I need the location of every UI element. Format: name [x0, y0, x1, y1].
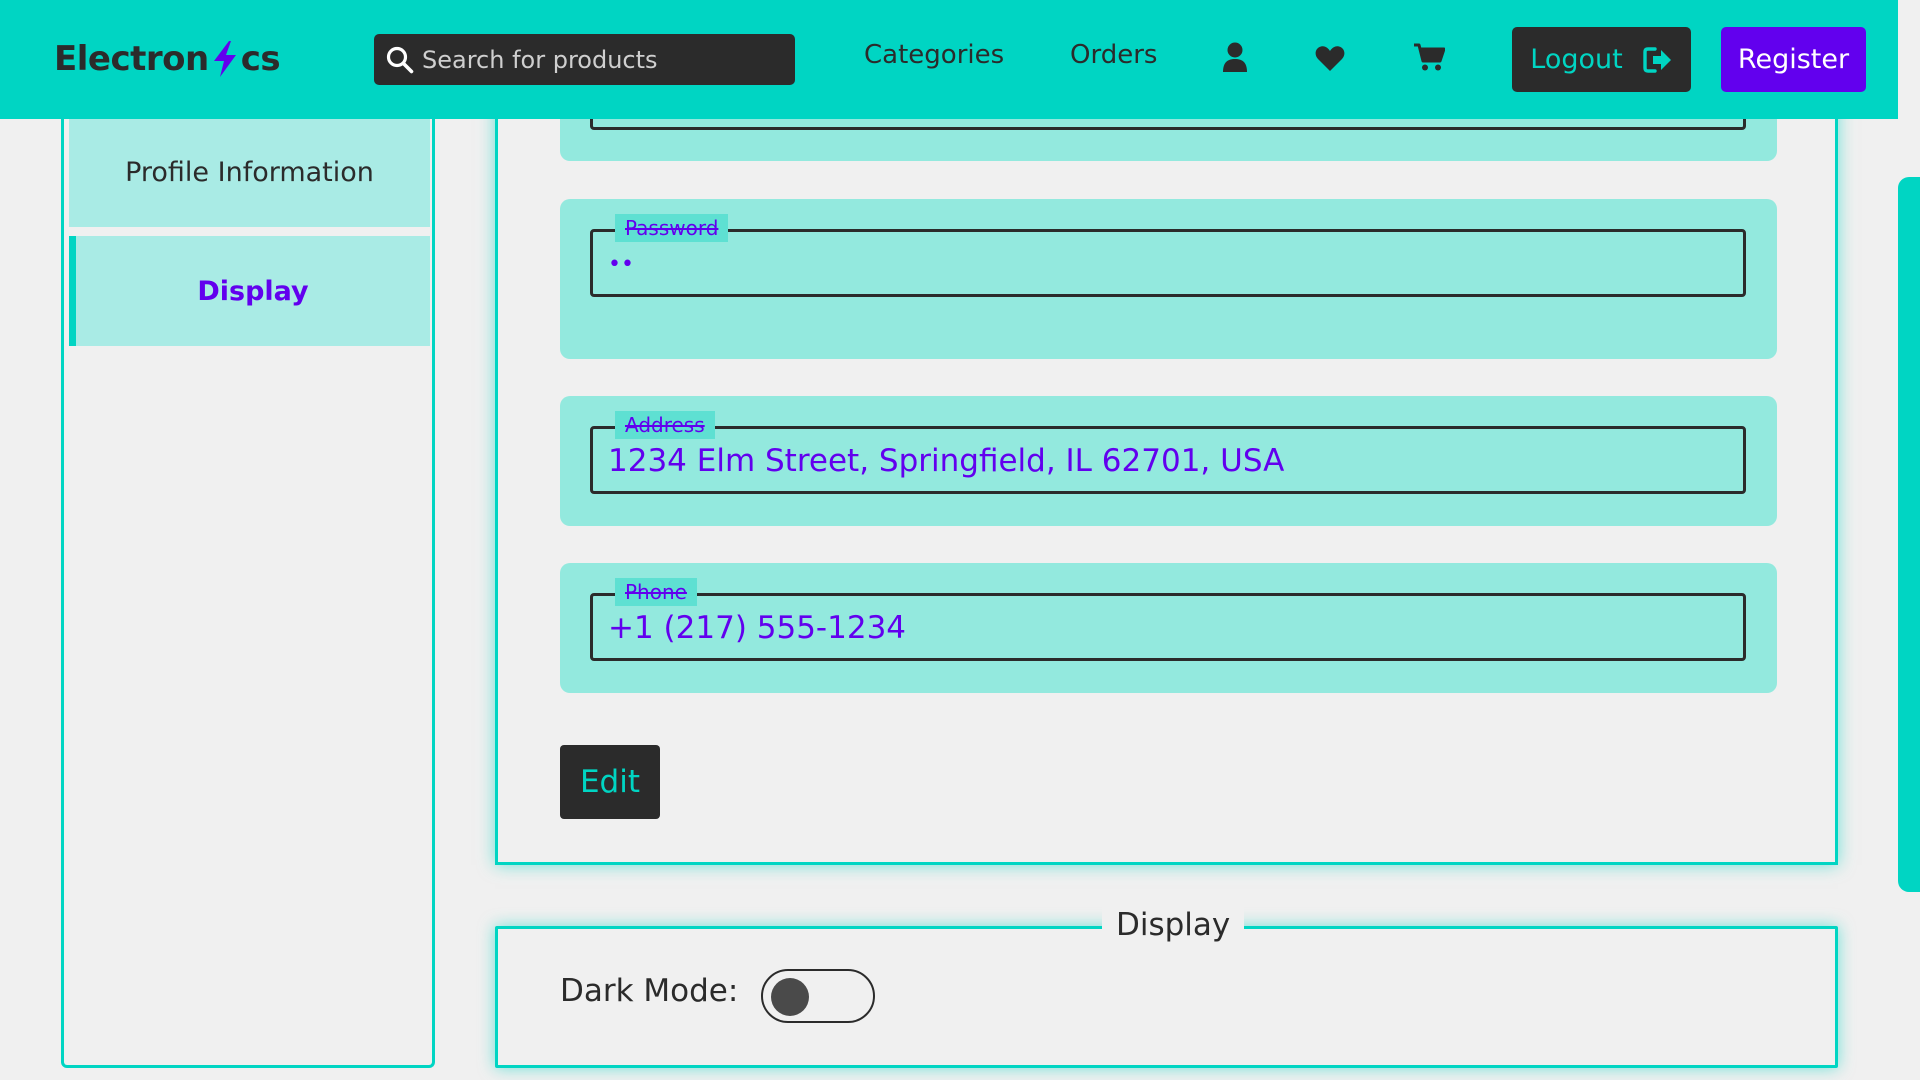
register-button[interactable]: Register [1721, 27, 1866, 92]
sidebar-item-profile-information[interactable]: Profile Information [69, 117, 430, 227]
logo-text-right: cs [240, 39, 281, 79]
search-icon [386, 46, 414, 73]
page-scrollbar[interactable] [1898, 177, 1920, 892]
user-icon[interactable] [1222, 42, 1248, 72]
toggle-knob [771, 978, 809, 1016]
display-settings-card: Display Dark Mode: [495, 907, 1838, 1068]
password-field[interactable]: Password •• [590, 214, 1746, 297]
profile-information-card: Password •• Address 1234 Elm Street, Spr… [495, 60, 1838, 865]
sidebar-item-display[interactable]: Display [69, 236, 430, 346]
logout-label: Logout [1530, 44, 1623, 75]
sidebar-item-label: Profile Information [125, 156, 374, 188]
heart-icon[interactable] [1315, 45, 1345, 72]
nav-categories[interactable]: Categories [864, 40, 1004, 70]
register-label: Register [1737, 44, 1850, 75]
logo-text-left: Electron [54, 39, 209, 79]
edit-label: Edit [579, 764, 641, 800]
edit-button[interactable]: Edit [560, 745, 660, 819]
password-label: Password [615, 214, 729, 242]
phone-label: Phone [615, 578, 697, 606]
address-value: 1234 Elm Street, Springfield, IL 62701, … [608, 443, 1285, 479]
dark-mode-label: Dark Mode: [560, 973, 739, 1009]
phone-field[interactable]: Phone +1 (217) 555-1234 [590, 578, 1746, 661]
settings-sidebar: Profile Information Display [61, 100, 435, 1068]
top-navbar: Electron cs Categories Orders Logout Re [0, 0, 1898, 119]
search-bar [374, 34, 795, 85]
cart-icon[interactable] [1413, 42, 1445, 72]
site-logo[interactable]: Electron cs [54, 34, 281, 84]
password-panel: Password •• [560, 199, 1777, 359]
sidebar-item-label: Display [197, 275, 309, 307]
nav-orders[interactable]: Orders [1070, 40, 1157, 70]
dark-mode-toggle[interactable] [761, 969, 875, 1023]
search-input[interactable] [422, 45, 782, 74]
password-value: •• [608, 252, 634, 277]
logout-icon [1643, 46, 1671, 73]
address-panel: Address 1234 Elm Street, Springfield, IL… [560, 396, 1777, 526]
logout-button[interactable]: Logout [1512, 27, 1691, 92]
display-title: Display [1102, 907, 1245, 943]
lightning-bolt-icon [213, 41, 236, 77]
address-field[interactable]: Address 1234 Elm Street, Springfield, IL… [590, 411, 1746, 494]
phone-value: +1 (217) 555-1234 [608, 610, 907, 646]
address-label: Address [615, 411, 715, 439]
phone-panel: Phone +1 (217) 555-1234 [560, 563, 1777, 693]
